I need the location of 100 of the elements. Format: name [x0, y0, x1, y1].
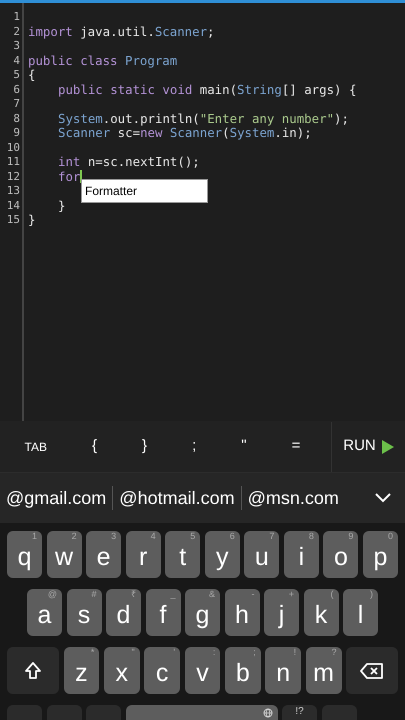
- shift-icon: [24, 660, 42, 680]
- key-label: n: [276, 661, 290, 686]
- key-hint: -: [252, 590, 254, 599]
- line-number: 10: [6, 140, 20, 155]
- keyboard-key[interactable]: ( k: [304, 589, 338, 636]
- globe-icon: [262, 708, 272, 718]
- code-line: int n=sc.nextInt();: [58, 155, 200, 170]
- line-number: 5: [13, 68, 20, 82]
- keyboard-key[interactable]: & g: [185, 589, 220, 636]
- code-line: }: [58, 198, 66, 213]
- key-hint: 4: [150, 532, 156, 541]
- key-label: b: [236, 661, 250, 686]
- key-hint: 5: [190, 532, 196, 541]
- keyboard-key[interactable]: : v: [184, 647, 220, 694]
- line-number: 9: [13, 126, 20, 140]
- keyboard-key[interactable]: 1 q: [7, 531, 42, 578]
- symbol-key[interactable]: ;: [186, 435, 202, 458]
- line-number: 1: [13, 10, 20, 24]
- keyboard-key[interactable]: ₹ d: [106, 589, 141, 636]
- key-hint: +: [288, 590, 294, 599]
- keyboard-key[interactable]: 0 p: [362, 531, 398, 578]
- shift-key[interactable]: [7, 647, 59, 694]
- code-line: }: [28, 213, 36, 228]
- key-hint: (: [330, 590, 334, 599]
- code-line: public class Program: [28, 54, 178, 68]
- code-line: {: [28, 68, 36, 82]
- backspace-key[interactable]: [346, 647, 398, 694]
- code-line: public static void main(String[] args) {: [58, 82, 356, 97]
- key-hint: 9: [348, 532, 354, 541]
- line-number: 14: [6, 198, 20, 213]
- line-number: 2: [13, 24, 20, 39]
- key-label: d: [116, 603, 130, 628]
- key-label: m: [313, 661, 334, 686]
- key-label: f: [160, 603, 166, 628]
- play-icon: [382, 440, 394, 454]
- key-label: a: [38, 603, 52, 628]
- line-number: 6: [13, 82, 20, 97]
- key-label: q: [18, 545, 32, 570]
- keyboard-key[interactable]: 4 r: [126, 531, 161, 578]
- key-label: o: [334, 545, 348, 570]
- keyboard-key[interactable]: _ f: [146, 589, 180, 636]
- symbol-key[interactable]: ": [235, 435, 253, 458]
- keyboard-key[interactable]: 8 i: [284, 531, 319, 578]
- keyboard-key[interactable]: ? m: [306, 647, 342, 694]
- symbol-key[interactable]: =: [286, 435, 306, 458]
- line-number: 13: [6, 184, 20, 198]
- keyboard-key[interactable]: ! n: [265, 647, 302, 694]
- key-hint: ₹: [131, 590, 136, 599]
- key-hint: *: [90, 648, 94, 657]
- key-label: u: [254, 545, 269, 570]
- key-hint: &: [208, 590, 215, 599]
- keyboard-key[interactable]: ; b: [224, 647, 261, 694]
- key-label: e: [96, 545, 111, 570]
- backspace-icon: [360, 662, 384, 678]
- symbol-key[interactable]: }: [136, 435, 154, 458]
- keyboard-key[interactable]: 6 y: [204, 531, 240, 578]
- suggestion-chip[interactable]: @gmail.com: [6, 484, 106, 512]
- key-label: h: [235, 603, 249, 628]
- line-number: 4: [13, 54, 20, 68]
- line-number: 7: [13, 97, 20, 112]
- suggestion-chip[interactable]: @msn.com: [248, 484, 339, 512]
- suggestion-chip[interactable]: @hotmail.com: [119, 484, 235, 512]
- key-label: g: [196, 603, 210, 628]
- keyboard-key[interactable]: @ a: [27, 589, 62, 636]
- code-line: for: [58, 170, 80, 184]
- autocomplete-item[interactable]: Formatter: [82, 180, 207, 202]
- keyboard-key[interactable]: ' c: [144, 647, 180, 694]
- key-label: s: [78, 603, 90, 628]
- key-label: j: [278, 603, 284, 628]
- key-label: z: [75, 661, 88, 686]
- key-hint: ?: [332, 648, 337, 657]
- key-label: v: [196, 661, 209, 686]
- symbol-key[interactable]: {: [86, 435, 104, 458]
- key-hint: 7: [269, 532, 274, 541]
- keyboard-key[interactable]: + j: [264, 589, 299, 636]
- chevron-down-icon[interactable]: [375, 493, 391, 503]
- keyboard-key[interactable]: 7 u: [244, 531, 280, 578]
- code-line: System.out.println("Enter any number");: [58, 112, 349, 126]
- key-hint: !: [294, 648, 296, 657]
- line-number: 8: [13, 112, 20, 126]
- line-number: 3: [13, 39, 20, 54]
- key-hint: 3: [111, 532, 116, 541]
- run-button[interactable]: RUN: [332, 435, 405, 458]
- keyboard-key[interactable]: 9 o: [323, 531, 358, 578]
- keyboard-key[interactable]: # s: [66, 589, 102, 636]
- key-hint: 0: [388, 532, 393, 541]
- keyboard-key[interactable]: * z: [64, 647, 100, 694]
- key-label: r: [139, 545, 148, 570]
- symbol-key[interactable]: TAB: [18, 438, 53, 456]
- key-hint: 8: [308, 532, 314, 541]
- line-number: 11: [6, 155, 20, 170]
- key-label: l: [358, 603, 364, 628]
- keyboard-key[interactable]: - h: [224, 589, 260, 636]
- keyboard-key[interactable]: 2 w: [46, 531, 82, 578]
- symbols-key[interactable]: !?: [282, 705, 317, 720]
- keyboard-key[interactable]: ) l: [343, 589, 378, 636]
- keyboard-key[interactable]: 3 e: [86, 531, 122, 578]
- line-number: 15: [6, 213, 20, 228]
- keyboard-key[interactable]: " x: [104, 647, 140, 694]
- keyboard-key[interactable]: 5 t: [165, 531, 200, 578]
